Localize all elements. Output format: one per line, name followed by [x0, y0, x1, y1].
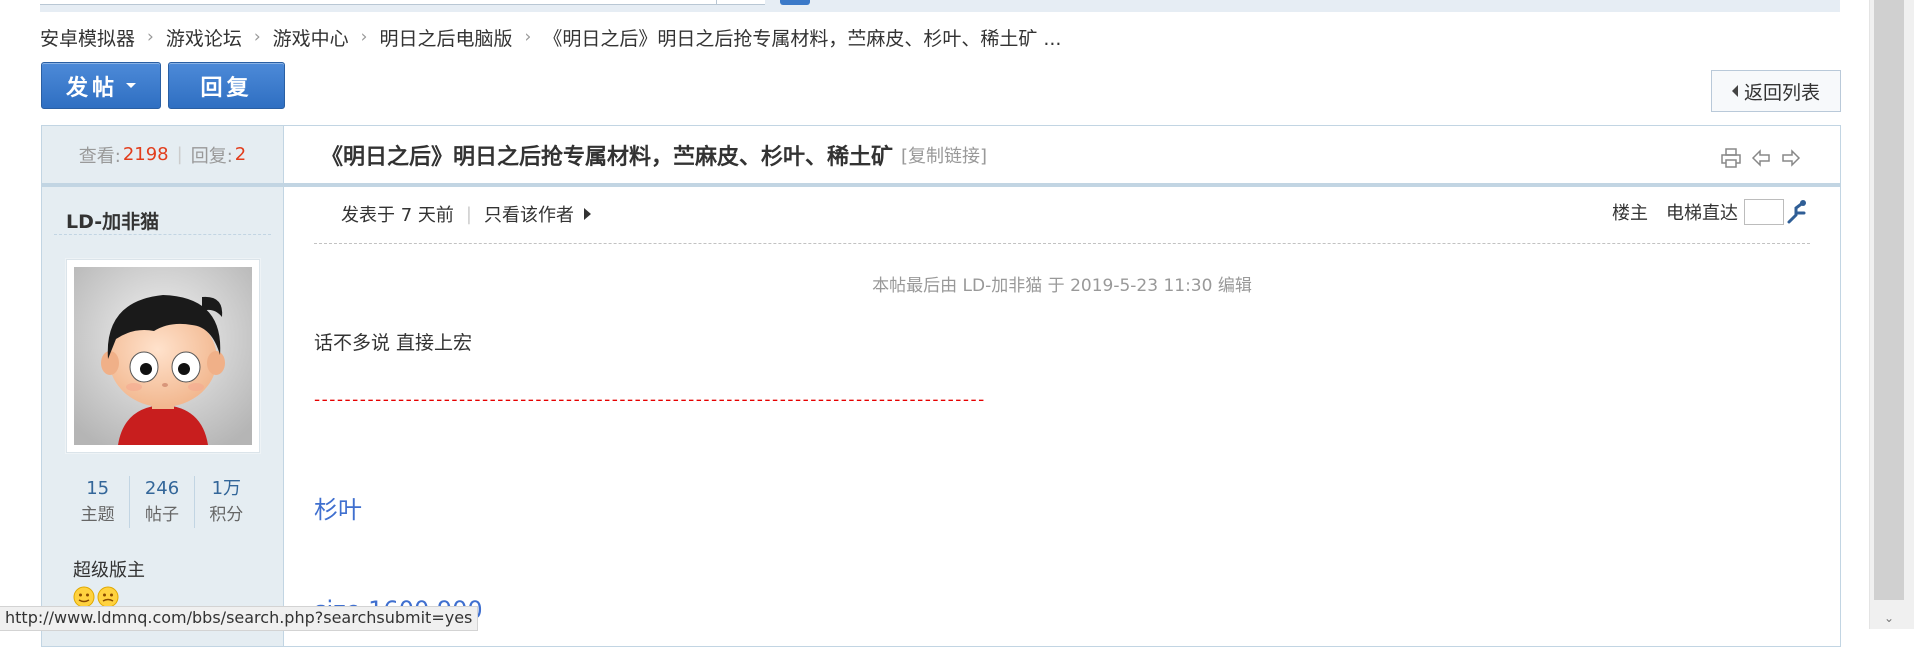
face-emoji-icon [73, 586, 95, 608]
edit-note: 本帖最后由 LD-加非猫 于 2019-5-23 11:30 编辑 [872, 276, 1252, 296]
breadcrumb-item-game-center[interactable]: 游戏中心 [273, 24, 349, 51]
chevron-right-icon: › [360, 27, 368, 47]
reply-button[interactable]: 回复 [168, 62, 285, 109]
breadcrumb-item-forum[interactable]: 游戏论坛 [166, 24, 242, 51]
views-count: 2198 [122, 144, 169, 165]
new-post-label: 发帖 [65, 75, 118, 101]
author-stat-topics[interactable]: 15 主题 [66, 476, 129, 528]
floor-label: 楼主 [1612, 203, 1648, 224]
triangle-left-icon [1731, 85, 1738, 97]
stats-divider: | [176, 144, 183, 165]
next-thread-icon[interactable] [1780, 147, 1802, 169]
author-stats: 15 主题 246 帖子 1万 积分 [66, 476, 258, 528]
author-name[interactable]: LD-加非猫 [42, 187, 283, 234]
post-date: 发表于 7 天前 [341, 205, 454, 226]
author-stat-posts[interactable]: 246 帖子 [129, 476, 193, 528]
replies-count: 2 [234, 144, 247, 165]
elevator-label: 电梯直达 [1666, 203, 1738, 224]
prev-thread-icon[interactable] [1750, 147, 1772, 169]
reply-label: 回复 [200, 75, 253, 101]
breadcrumb-item-board[interactable]: 明日之后电脑版 [379, 24, 512, 51]
thread-title-bar: 《明日之后》明日之后抢专属材料，苎麻皮、杉叶、稀土矿 [复制链接] [284, 126, 1840, 187]
caret-down-icon [126, 83, 136, 88]
vertical-scrollbar[interactable]: ⌄ [1869, 0, 1914, 629]
elevator-input[interactable] [1744, 199, 1784, 225]
breadcrumb-item-emulator[interactable]: 安卓模拟器 [40, 24, 135, 51]
stat-value: 15 [86, 478, 110, 499]
back-to-list-button[interactable]: 返回列表 [1711, 70, 1841, 112]
post-main: 《明日之后》明日之后抢专属材料，苎麻皮、杉叶、稀土矿 [复制链接] 发表于 7 … [284, 126, 1840, 646]
post-meta: 发表于 7 天前 | 只看该作者 楼主 电梯直达 [314, 187, 1810, 244]
chevron-right-icon: › [147, 27, 154, 47]
author-sidebar: 查看: 2198 | 回复: 2 LD-加非猫 15 主题 246 帖子 1万 … [42, 126, 284, 646]
search-button[interactable] [780, 0, 810, 5]
stat-label: 积分 [209, 505, 244, 525]
copy-link-button[interactable]: [复制链接] [901, 142, 987, 168]
chevron-right-icon: › [524, 27, 532, 47]
face-emoji-icon [97, 586, 119, 608]
scrollbar-thumb[interactable] [1874, 0, 1904, 600]
avatar[interactable] [66, 259, 260, 453]
thread-title: 《明日之后》明日之后抢专属材料，苎麻皮、杉叶、稀土矿 [321, 144, 894, 170]
red-divider-text: ----------------------------------------… [314, 390, 986, 410]
only-author-link[interactable]: 只看该作者 [484, 201, 574, 227]
post-meta-left: 发表于 7 天前 | 只看该作者 [341, 201, 591, 227]
stat-label: 主题 [80, 505, 115, 525]
user-group[interactable]: 超级版主 [73, 556, 145, 582]
browser-status-bar: http://www.ldmnq.com/bbs/search.php?sear… [0, 606, 479, 631]
stat-value: 246 [144, 478, 180, 499]
scroll-down-icon[interactable]: ⌄ [1884, 611, 1894, 625]
thread-tools [1720, 147, 1802, 169]
replies-label: 回复: [190, 145, 233, 167]
search-input[interactable] [40, 0, 765, 5]
post-meta-right: 楼主 电梯直达 [1612, 199, 1810, 225]
top-search-strip [40, 0, 1840, 12]
new-post-button[interactable]: 发帖 [41, 62, 161, 109]
chevron-right-icon: › [253, 27, 261, 47]
author-divider [54, 234, 271, 235]
medal-icons [73, 586, 119, 608]
elevator-jump-icon[interactable] [1784, 199, 1810, 225]
stat-label: 帖子 [144, 505, 179, 525]
views-label: 查看: [78, 145, 121, 167]
stat-value: 1万 [211, 478, 242, 499]
back-to-list-label: 返回列表 [1743, 81, 1820, 104]
section-heading: 杉叶 [314, 496, 362, 524]
search-divider [716, 0, 717, 4]
thread-stats: 查看: 2198 | 回复: 2 [42, 126, 283, 187]
breadcrumb: 安卓模拟器 › 游戏论坛 › 游戏中心 › 明日之后电脑版 › 《明日之后》明日… [40, 24, 1061, 50]
avatar-image [74, 267, 252, 445]
post-text: 话不多说 直接上宏 [314, 332, 473, 354]
print-icon[interactable] [1720, 147, 1742, 169]
meta-divider: | [465, 203, 472, 225]
triangle-right-icon [583, 208, 591, 220]
breadcrumb-current[interactable]: 《明日之后》明日之后抢专属材料，苎麻皮、杉叶、稀土矿 ... [543, 24, 1061, 51]
author-stat-points[interactable]: 1万 积分 [193, 476, 258, 528]
thread-container: 查看: 2198 | 回复: 2 LD-加非猫 15 主题 246 帖子 1万 … [41, 125, 1841, 647]
